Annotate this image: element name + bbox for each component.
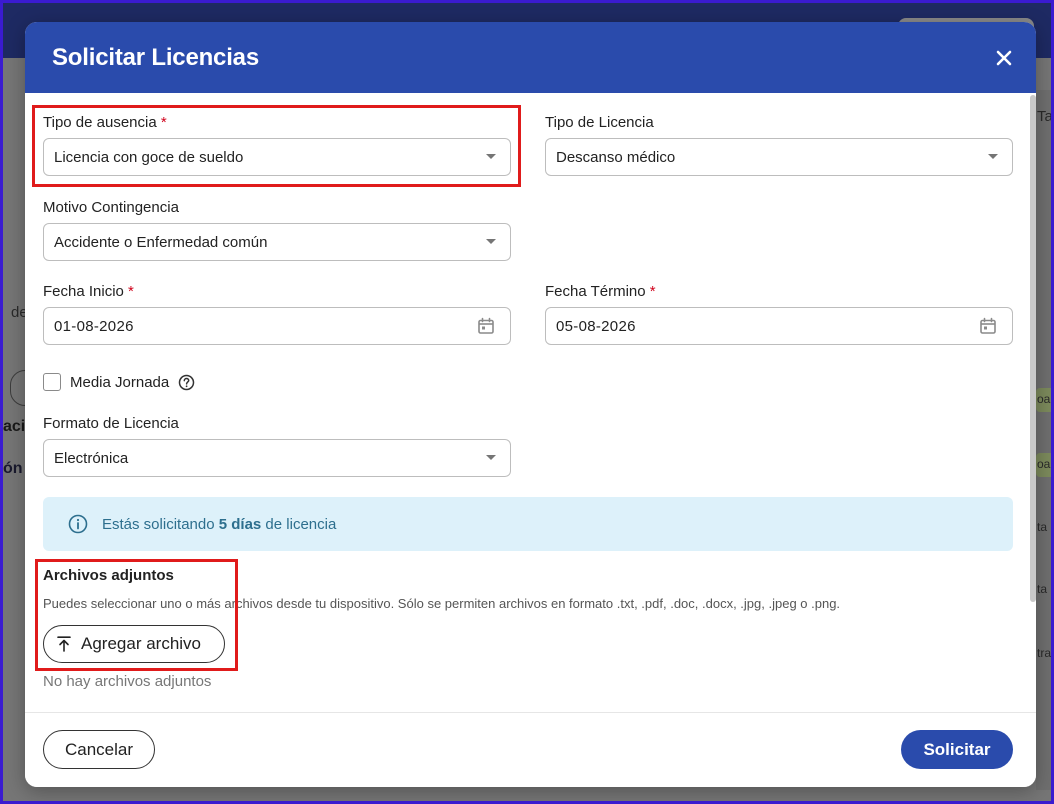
no-attachments-text: No hay archivos adjuntos <box>43 673 212 690</box>
half-day-label: Media Jornada <box>70 373 170 391</box>
info-icon <box>68 514 88 534</box>
background-right-column <box>1036 90 1051 790</box>
chevron-down-icon <box>988 154 998 159</box>
chevron-down-icon <box>486 239 496 244</box>
half-day-row: Media Jornada <box>43 373 195 391</box>
info-text: Estás solicitando 5 días de licencia <box>102 515 337 533</box>
attachments-title: Archivos adjuntos <box>43 567 174 584</box>
calendar-icon[interactable] <box>979 317 997 335</box>
background-text-fragment: oa <box>1037 457 1051 471</box>
start-date-value: 01-08-2026 <box>54 317 134 335</box>
modal-body: Tipo de ausencia * Licencia con goce de … <box>25 93 1036 712</box>
chevron-down-icon <box>486 154 496 159</box>
help-circle-icon[interactable] <box>178 374 195 391</box>
license-type-label: Tipo de Licencia <box>545 114 654 131</box>
background-text-fragment: ta <box>1037 582 1048 596</box>
background-text-fragment: Ta <box>1037 108 1053 125</box>
half-day-checkbox[interactable] <box>43 373 61 391</box>
modal-title: Solicitar Licencias <box>52 43 259 71</box>
attachments-help-text: Puedes seleccionar uno o más archivos de… <box>43 596 841 611</box>
upload-icon <box>57 636 71 652</box>
absence-type-field: Tipo de ausencia * Licencia con goce de … <box>43 113 511 176</box>
absence-type-value: Licencia con goce de sueldo <box>54 148 244 166</box>
info-banner: Estás solicitando 5 días de licencia <box>43 497 1013 551</box>
start-date-input[interactable]: 01-08-2026 <box>43 307 511 345</box>
end-date-label: Fecha Término * <box>545 283 656 300</box>
background-text-fragment: tra <box>1037 646 1052 660</box>
start-date-field: Fecha Inicio * 01-08-2026 <box>43 282 511 345</box>
start-date-label: Fecha Inicio * <box>43 283 134 300</box>
end-date-field: Fecha Término * 05-08-2026 <box>545 282 1013 345</box>
add-file-button[interactable]: Agregar archivo <box>43 625 225 663</box>
contingency-reason-select[interactable]: Accidente o Enfermedad común <box>43 223 511 261</box>
contingency-reason-label: Motivo Contingencia <box>43 199 179 216</box>
license-format-label: Formato de Licencia <box>43 415 179 432</box>
cancel-button[interactable]: Cancelar <box>43 730 155 769</box>
close-button[interactable] <box>990 44 1018 72</box>
background-text-fragment: ón <box>3 460 23 477</box>
license-format-field: Formato de Licencia Electrónica <box>43 414 511 477</box>
calendar-icon[interactable] <box>477 317 495 335</box>
background-text-fragment: oa <box>1037 392 1051 406</box>
end-date-input[interactable]: 05-08-2026 <box>545 307 1013 345</box>
modal-scrollbar[interactable] <box>1030 95 1036 602</box>
modal-header: Solicitar Licencias <box>25 22 1036 93</box>
license-format-select[interactable]: Electrónica <box>43 439 511 477</box>
close-icon <box>996 50 1012 65</box>
absence-type-label: Tipo de ausencia * <box>43 114 167 131</box>
chevron-down-icon <box>486 455 496 460</box>
submit-button[interactable]: Solicitar <box>901 730 1013 769</box>
contingency-reason-value: Accidente o Enfermedad común <box>54 233 268 251</box>
add-file-label: Agregar archivo <box>81 634 202 653</box>
absence-type-select[interactable]: Licencia con goce de sueldo <box>43 138 511 176</box>
end-date-value: 05-08-2026 <box>556 317 636 335</box>
background-text-fragment: ta <box>1037 520 1048 534</box>
modal-footer: Cancelar Solicitar <box>25 712 1036 787</box>
license-format-value: Electrónica <box>54 449 129 467</box>
license-type-select[interactable]: Descanso médico <box>545 138 1013 176</box>
background-text-fragment: aci <box>3 418 26 435</box>
contingency-reason-field: Motivo Contingencia Accidente o Enfermed… <box>43 198 511 261</box>
license-type-value: Descanso médico <box>556 148 676 166</box>
license-type-field: Tipo de Licencia Descanso médico <box>545 113 1013 176</box>
request-license-modal: Solicitar Licencias Tipo de ausencia * L… <box>25 22 1036 787</box>
